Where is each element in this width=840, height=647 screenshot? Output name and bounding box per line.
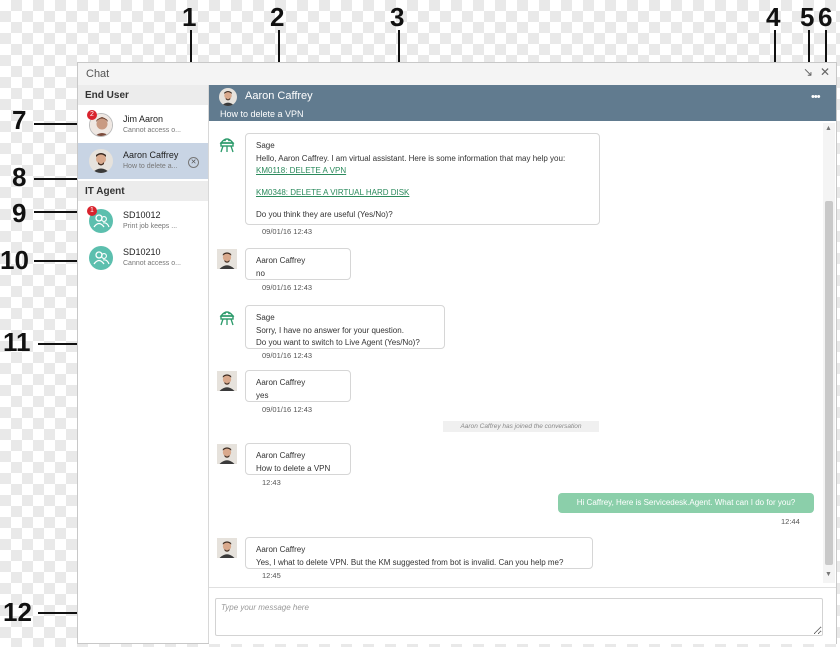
- message-sender: Aaron Caffrey: [256, 378, 306, 387]
- conversation-preview: How to delete a...: [123, 163, 178, 170]
- callout-1: 1: [182, 2, 197, 32]
- message-bubble: Aaron Caffrey Yes, I what to delete VPN.…: [245, 537, 593, 569]
- message-text: Sorry, I have no answer for your questio…: [256, 326, 404, 335]
- avatar: [217, 249, 237, 269]
- composer: [209, 587, 836, 644]
- callout-6-line: [825, 30, 827, 62]
- message-text: yes: [256, 391, 269, 400]
- message-text: no: [256, 269, 265, 278]
- end-user-section-header: End User: [78, 85, 208, 105]
- message-text: Hello, Aaron Caffrey. I am virtual assis…: [256, 154, 566, 163]
- message-timestamp: 12:43: [262, 478, 281, 487]
- kb-link[interactable]: KM0118: DELETE A VPN: [256, 165, 589, 177]
- message-sender: Aaron Caffrey: [256, 451, 306, 460]
- avatar: [217, 371, 237, 391]
- chat-header-subject: How to delete a VPN: [220, 109, 304, 119]
- message-timestamp: 09/01/16 12:43: [262, 227, 313, 236]
- callout-9: 9: [12, 198, 27, 228]
- callout-6: 6: [818, 2, 833, 32]
- callout-10: 10: [0, 245, 29, 275]
- callout-2: 2: [270, 2, 285, 32]
- avatar: [89, 149, 113, 173]
- avatar: [219, 88, 237, 106]
- unread-badge: 1: [87, 206, 97, 216]
- callout-5: 5: [800, 2, 815, 32]
- window-title: Chat: [86, 68, 110, 80]
- message-sender: Sage: [256, 313, 275, 322]
- message-list: Sage Hello, Aaron Caffrey. I am virtual …: [209, 121, 823, 583]
- message-bubble: Aaron Caffrey How to delete a VPN: [245, 443, 351, 475]
- callout-3: 3: [390, 2, 405, 32]
- system-notice: Aaron Caffrey has joined the conversatio…: [443, 421, 599, 432]
- conversation-name: Jim Aaron: [123, 114, 164, 124]
- conversation-name: SD10210: [123, 247, 161, 257]
- bot-icon: [217, 307, 237, 327]
- message-sender: Aaron Caffrey: [256, 256, 306, 265]
- message-bubble: Aaron Caffrey no: [245, 248, 351, 280]
- conversation-preview: Print job keeps ...: [123, 223, 178, 230]
- callout-11: 11: [3, 327, 31, 357]
- outgoing-message-bubble: Hi Caffrey, Here is Servicedesk.Agent. W…: [558, 493, 814, 513]
- message-bubble: Aaron Caffrey yes: [245, 370, 351, 402]
- conversation-preview: Cannot access o...: [123, 127, 181, 134]
- callout-4: 4: [766, 2, 781, 32]
- callout-12: 12: [3, 597, 32, 627]
- message-text: How to delete a VPN: [256, 464, 331, 473]
- conversation-sidebar: End User 2 Jim Aaron Cannot access o...: [78, 85, 209, 643]
- conversation-name: SD10012: [123, 210, 161, 220]
- more-options-icon[interactable]: •••: [811, 91, 821, 103]
- message-timestamp: 09/01/16 12:43: [262, 351, 313, 360]
- message-sender: Aaron Caffrey: [256, 545, 306, 554]
- conversation-preview: Cannot access o...: [123, 260, 181, 267]
- message-text: Yes, I what to delete VPN. But the KM su…: [256, 558, 564, 567]
- message-sender: Sage: [256, 141, 275, 150]
- kb-link[interactable]: KM0348: DELETE A VIRTUAL HARD DISK: [256, 187, 589, 199]
- avatar: [89, 246, 113, 270]
- scroll-thumb[interactable]: [825, 201, 833, 565]
- avatar: [217, 538, 237, 558]
- avatar: [217, 444, 237, 464]
- chat-window: Chat ↘ ✕ End User 2 Jim Aaron Cannot acc…: [77, 62, 837, 644]
- close-conversation-icon[interactable]: ✕: [188, 157, 199, 168]
- conversation-jim-aaron[interactable]: 2 Jim Aaron Cannot access o...: [78, 107, 208, 143]
- scroll-up-icon[interactable]: ▲: [825, 125, 832, 132]
- user-photo-icon: [89, 149, 113, 173]
- conversation-sd10210[interactable]: SD10210 Cannot access o...: [78, 240, 208, 276]
- bot-icon: [217, 134, 237, 154]
- message-text: Do you think they are useful (Yes/No)?: [256, 210, 393, 219]
- message-timestamp: 09/01/16 12:43: [262, 405, 313, 414]
- message-timestamp: 12:44: [781, 517, 800, 526]
- title-bar: Chat ↘ ✕: [78, 63, 836, 85]
- message-text: Do you want to switch to Live Agent (Yes…: [256, 338, 420, 347]
- message-bubble: Sage Hello, Aaron Caffrey. I am virtual …: [245, 133, 600, 225]
- user-photo-icon: [219, 88, 237, 106]
- conversation-aaron-caffrey[interactable]: Aaron Caffrey How to delete a... ✕: [78, 143, 208, 179]
- chat-header: Aaron Caffrey How to delete a VPN •••: [209, 85, 836, 121]
- message-bubble: Sage Sorry, I have no answer for your qu…: [245, 305, 445, 349]
- conversation-name: Aaron Caffrey: [123, 150, 179, 160]
- unread-badge: 2: [87, 110, 97, 120]
- message-timestamp: 12:45: [262, 571, 281, 580]
- callout-7: 7: [12, 105, 27, 135]
- minimize-icon[interactable]: ↘: [803, 65, 813, 79]
- it-agent-section-header: IT Agent: [78, 181, 208, 201]
- scroll-down-icon[interactable]: ▼: [825, 571, 832, 578]
- callout-8: 8: [12, 162, 27, 192]
- agent-group-icon: [93, 251, 110, 265]
- conversation-sd10012[interactable]: 1 SD10012 Print job keeps ...: [78, 203, 208, 239]
- callout-5-line: [808, 30, 810, 62]
- message-timestamp: 09/01/16 12:43: [262, 283, 313, 292]
- message-scrollbar[interactable]: ▲ ▼: [823, 123, 835, 583]
- chat-header-name: Aaron Caffrey: [245, 90, 313, 102]
- close-icon[interactable]: ✕: [820, 65, 830, 79]
- message-input[interactable]: [215, 598, 823, 636]
